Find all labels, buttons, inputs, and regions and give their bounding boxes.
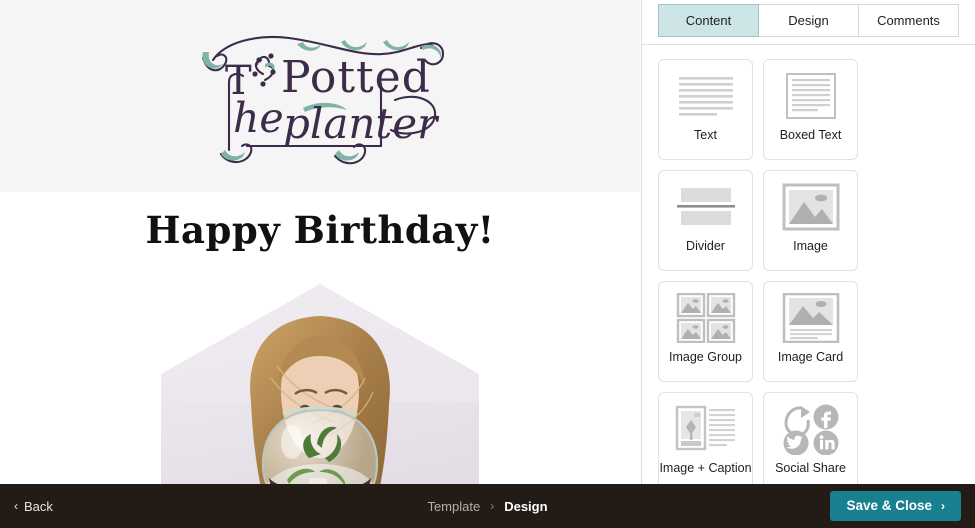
block-image-group[interactable]: Image Group bbox=[658, 281, 753, 382]
image-group-icon bbox=[659, 282, 752, 350]
email-header-block[interactable]: he Potted planter T bbox=[0, 0, 640, 192]
content-blocks-grid: Text Boxed Text Divider Image Image Grou… bbox=[642, 45, 975, 484]
save-and-close-label: Save & Close bbox=[846, 498, 932, 513]
block-label: Text bbox=[694, 128, 717, 142]
block-label: Image Card bbox=[777, 350, 844, 364]
divider-icon bbox=[659, 171, 752, 239]
back-button[interactable]: ‹ Back bbox=[14, 499, 53, 514]
social-share-icon bbox=[764, 393, 857, 461]
linkedin-icon bbox=[813, 430, 838, 455]
save-and-close-button[interactable]: Save & Close › bbox=[830, 491, 961, 521]
email-builder-app: he Potted planter T Happy Birthday! Cont… bbox=[0, 0, 975, 528]
image-icon bbox=[764, 171, 857, 239]
tab-design[interactable]: Design bbox=[759, 4, 859, 37]
block-label: Social Share bbox=[775, 461, 846, 475]
bottom-toolbar: ‹ Back Template › Design Save & Close › bbox=[0, 484, 975, 528]
block-image-card[interactable]: Image Card bbox=[763, 281, 858, 382]
svg-text:planter: planter bbox=[283, 99, 440, 148]
block-label: Divider bbox=[686, 239, 725, 253]
block-social-share[interactable]: Social Share bbox=[763, 392, 858, 484]
block-label: Boxed Text bbox=[779, 128, 842, 142]
block-divider[interactable]: Divider bbox=[658, 170, 753, 271]
hero-photo bbox=[161, 284, 479, 484]
image-caption-icon bbox=[659, 393, 752, 461]
block-text[interactable]: Text bbox=[658, 59, 753, 160]
back-label: Back bbox=[24, 498, 53, 514]
text-lines-icon bbox=[659, 60, 752, 128]
brand-logo: he Potted planter T bbox=[185, 22, 455, 170]
breadcrumb-item-template[interactable]: Template bbox=[427, 499, 480, 514]
chevron-left-icon: ‹ bbox=[14, 499, 18, 513]
block-image[interactable]: Image bbox=[763, 170, 858, 271]
email-hero-image-block[interactable] bbox=[0, 282, 640, 484]
svg-text:T: T bbox=[225, 58, 252, 104]
email-preview-canvas[interactable]: he Potted planter T Happy Birthday! bbox=[0, 0, 640, 484]
chevron-right-icon: › bbox=[941, 499, 945, 513]
tab-comments[interactable]: Comments bbox=[859, 4, 959, 37]
boxed-text-icon bbox=[764, 60, 857, 128]
block-label: Image Group bbox=[669, 350, 742, 364]
block-image-caption[interactable]: Image + Caption bbox=[658, 392, 753, 484]
breadcrumb-item-design: Design bbox=[504, 498, 548, 514]
tab-content[interactable]: Content bbox=[658, 4, 759, 37]
email-title-block[interactable]: Happy Birthday! bbox=[0, 208, 640, 252]
email-body: Happy Birthday! bbox=[0, 192, 640, 484]
blocks-panel: Content Design Comments Text Boxed Text … bbox=[641, 0, 975, 484]
breadcrumb-separator-icon: › bbox=[490, 499, 495, 513]
block-label: Image + Caption bbox=[659, 461, 752, 475]
facebook-icon bbox=[813, 404, 838, 430]
panel-tabs: Content Design Comments bbox=[642, 0, 975, 45]
image-card-icon bbox=[764, 282, 857, 350]
breadcrumb: Template › Design bbox=[0, 499, 975, 514]
twitter-icon bbox=[783, 430, 808, 455]
block-label: Image bbox=[793, 239, 828, 253]
svg-text:Potted: Potted bbox=[281, 52, 431, 103]
block-boxed-text[interactable]: Boxed Text bbox=[763, 59, 858, 160]
